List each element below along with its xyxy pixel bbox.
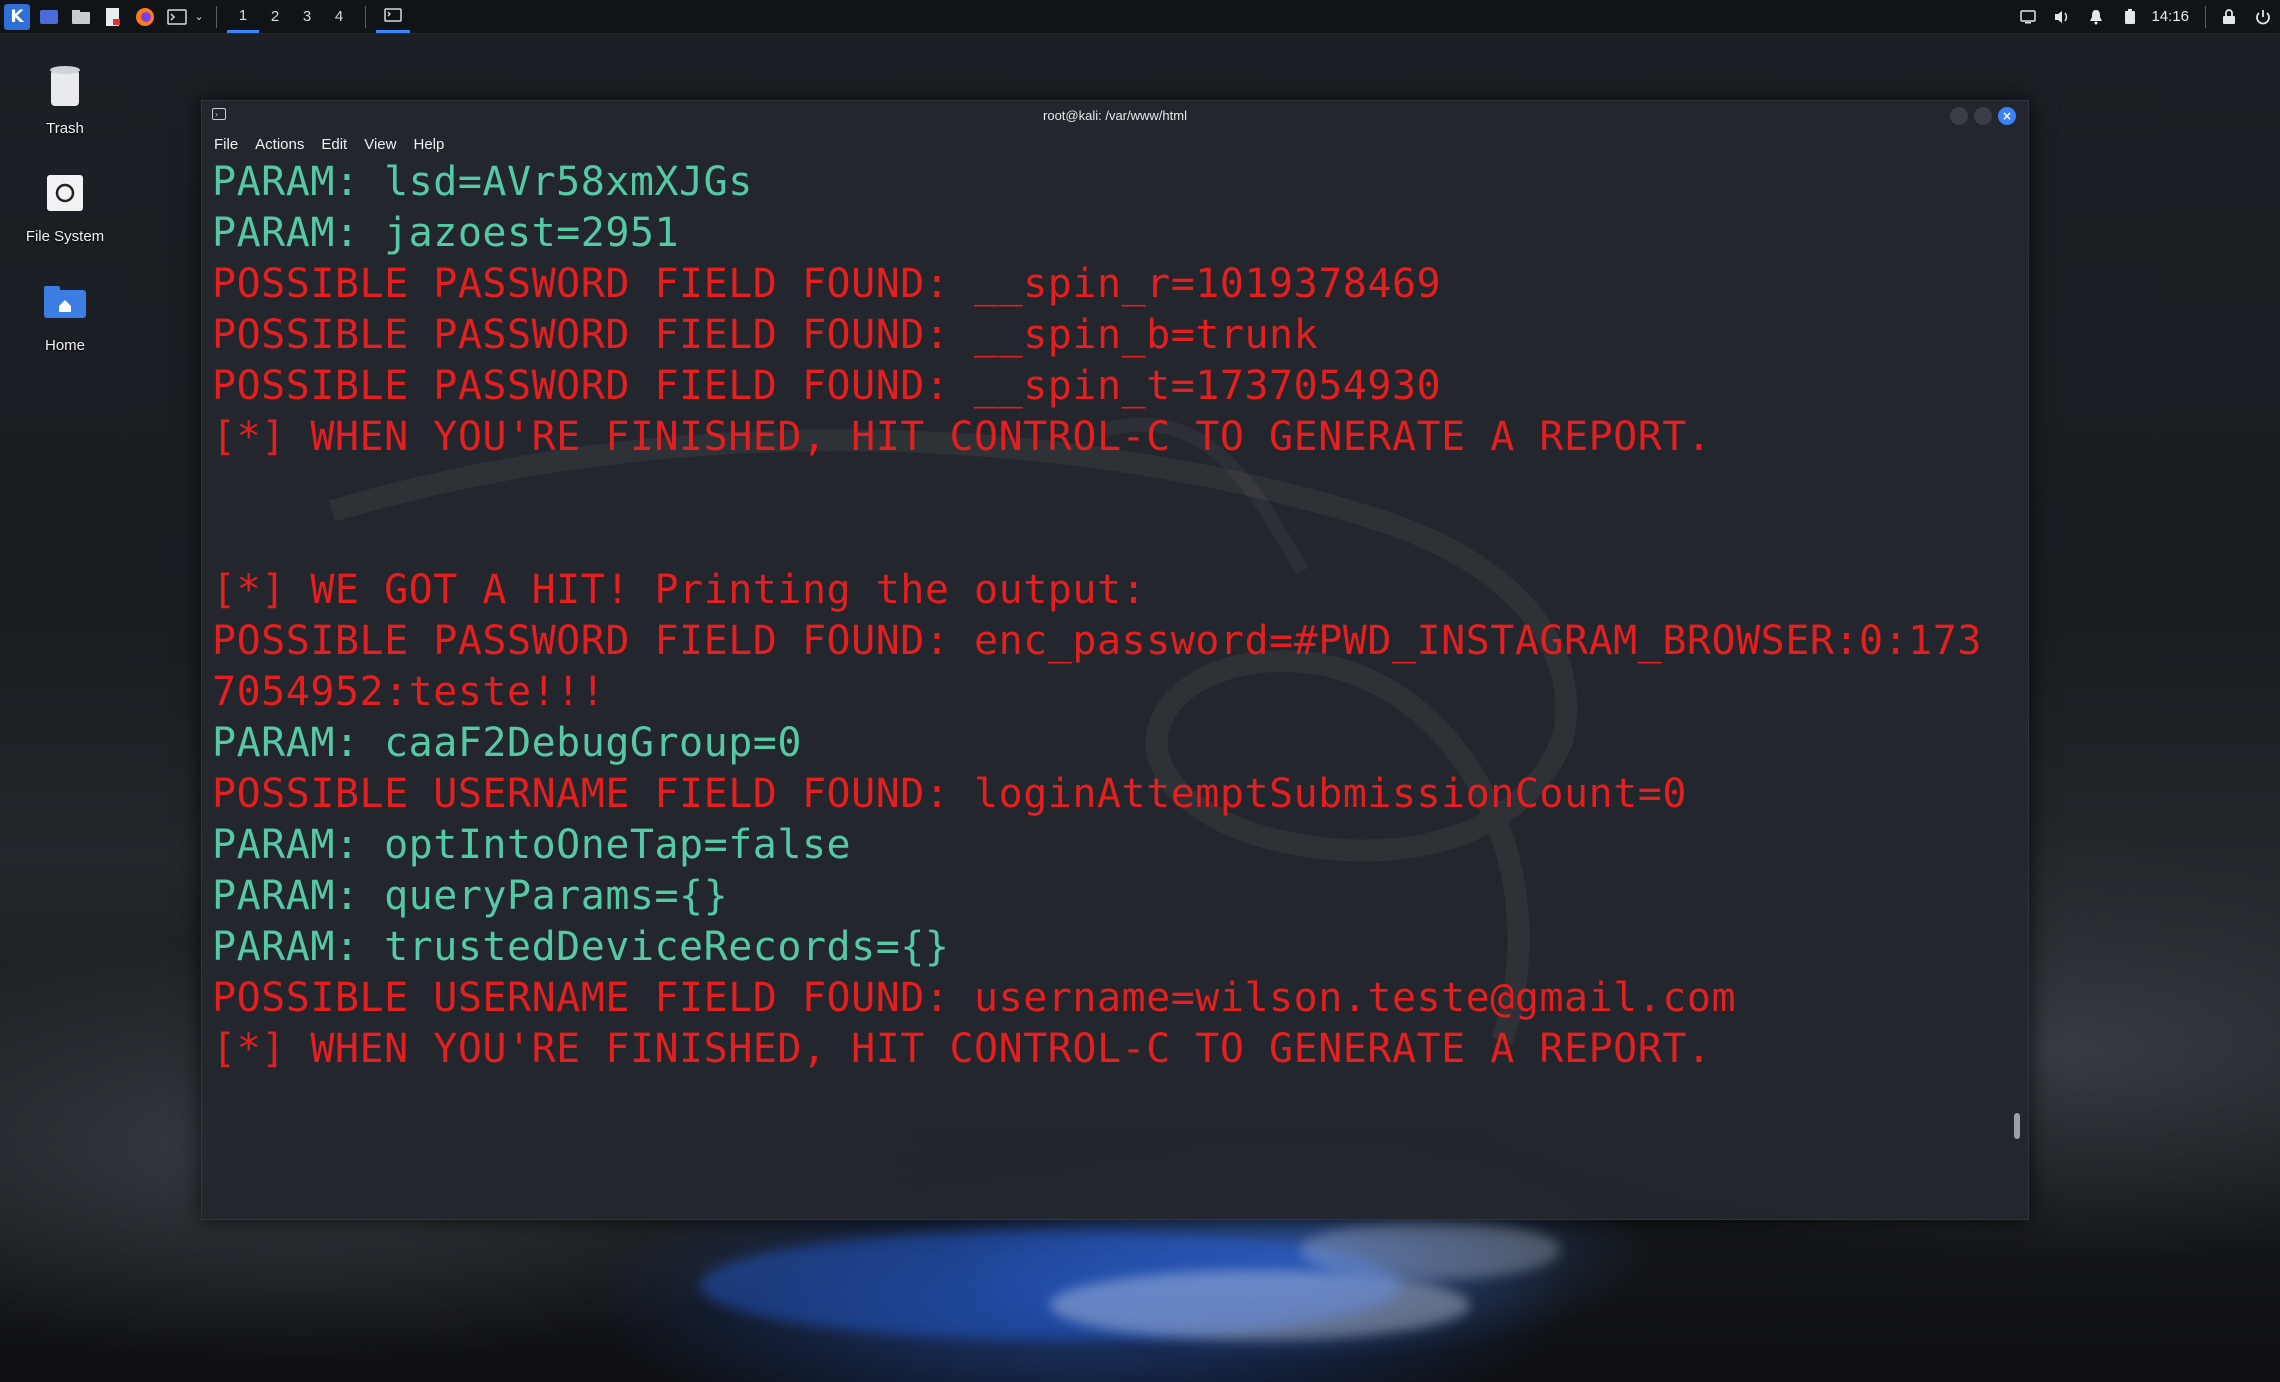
terminal-line: POSSIBLE USERNAME FIELD FOUND: loginAtte… [212,771,1687,817]
terminal-line: [*] WE GOT A HIT! Printing the output: [212,567,1147,613]
terminal-line: POSSIBLE USERNAME FIELD FOUND: username=… [212,975,1737,1021]
terminal-line: PARAM: queryParams={} [212,873,729,919]
terminal-line: PARAM: trustedDeviceRecords={} [212,924,950,970]
desktop-icon-file-system[interactable]: File System [0,168,130,245]
terminal-line: POSSIBLE PASSWORD FIELD FOUND: __spin_r=… [212,261,1442,307]
terminal-task-icon [384,8,402,22]
panel-separator [2205,5,2206,28]
terminal-line: PARAM: jazoest=2951 [212,210,680,256]
desktop-icon-label: Trash [46,120,84,137]
workspace-1[interactable]: 1 [227,0,259,33]
wallpaper-wave [1050,1270,1470,1340]
chevron-down-icon[interactable]: ⌄ [192,4,206,30]
bell-icon[interactable] [2079,0,2113,33]
battery-icon[interactable] [2113,0,2147,33]
trash-icon [40,60,90,110]
home-folder-icon [40,277,90,327]
menu-help[interactable]: Help [413,136,444,153]
terminal-window[interactable]: › root@kali: /var/www/html × File Action… [201,100,2029,1220]
volume-icon[interactable] [2045,0,2079,33]
display-icon[interactable] [2011,0,2045,33]
terminal-scrollbar[interactable] [2014,1113,2020,1139]
terminal-line: [*] WHEN YOU'RE FINISHED, HIT CONTROL-C … [212,1026,1712,1072]
menu-file[interactable]: File [214,136,238,153]
terminal-output[interactable]: PARAM: lsd=AVr58xmXJGs PARAM: jazoest=29… [212,157,2002,1207]
menu-actions[interactable]: Actions [255,136,304,153]
desktop-icon-trash[interactable]: Trash [0,60,130,137]
lock-icon[interactable] [2212,0,2246,33]
panel-separator [216,5,217,28]
terminal-line: PARAM: optIntoOneTap=false [212,822,852,868]
terminal-line: POSSIBLE PASSWORD FIELD FOUND: enc_passw… [212,618,1982,664]
system-tray: 14:16 [2011,0,2280,33]
terminal-icon[interactable] [164,4,190,30]
desktop-icon-label: File System [25,228,105,245]
terminal-line: 7054952:teste!!! [212,669,606,715]
drive-icon [40,168,90,218]
terminal-line: PARAM: lsd=AVr58xmXJGs [212,159,753,205]
workspace-2[interactable]: 2 [259,0,291,33]
desktop-icon-home[interactable]: Home [0,277,130,354]
menu-view[interactable]: View [364,136,396,153]
workspace-4[interactable]: 4 [323,0,355,33]
terminal-line: POSSIBLE PASSWORD FIELD FOUND: __spin_b=… [212,312,1319,358]
terminal-menubar: File Actions Edit View Help [202,131,2028,157]
power-icon[interactable] [2246,0,2280,33]
kali-menu-icon[interactable]: K [4,3,30,30]
workspace-3[interactable]: 3 [291,0,323,33]
close-button[interactable]: × [1998,107,2016,125]
minimize-button[interactable] [1950,107,1968,125]
terminal-line: PARAM: caaF2DebugGroup=0 [212,720,802,766]
wallpaper-wave [1300,1220,1560,1280]
close-icon: × [2001,109,2013,123]
clock[interactable]: 14:16 [2147,8,2199,25]
terminal-task-button[interactable] [376,0,410,33]
maximize-button[interactable] [1974,107,1992,125]
terminal-line: POSSIBLE PASSWORD FIELD FOUND: __spin_t=… [212,363,1442,409]
menu-edit[interactable]: Edit [321,136,347,153]
terminal-line: [*] WHEN YOU'RE FINISHED, HIT CONTROL-C … [212,414,1712,460]
file-manager-icon[interactable] [68,4,94,30]
window-controls: × [1950,107,2016,125]
desktop-icon-label: Home [44,337,85,354]
terminal-titlebar[interactable]: › root@kali: /var/www/html × [202,101,2028,131]
desktop-icon[interactable] [36,4,62,30]
panel-separator [365,5,366,28]
text-editor-icon[interactable] [100,4,126,30]
firefox-icon[interactable] [132,4,158,30]
top-panel: K ⌄ 1 2 3 4 14:16 [0,0,2280,34]
window-title: root@kali: /var/www/html [1043,108,1187,123]
